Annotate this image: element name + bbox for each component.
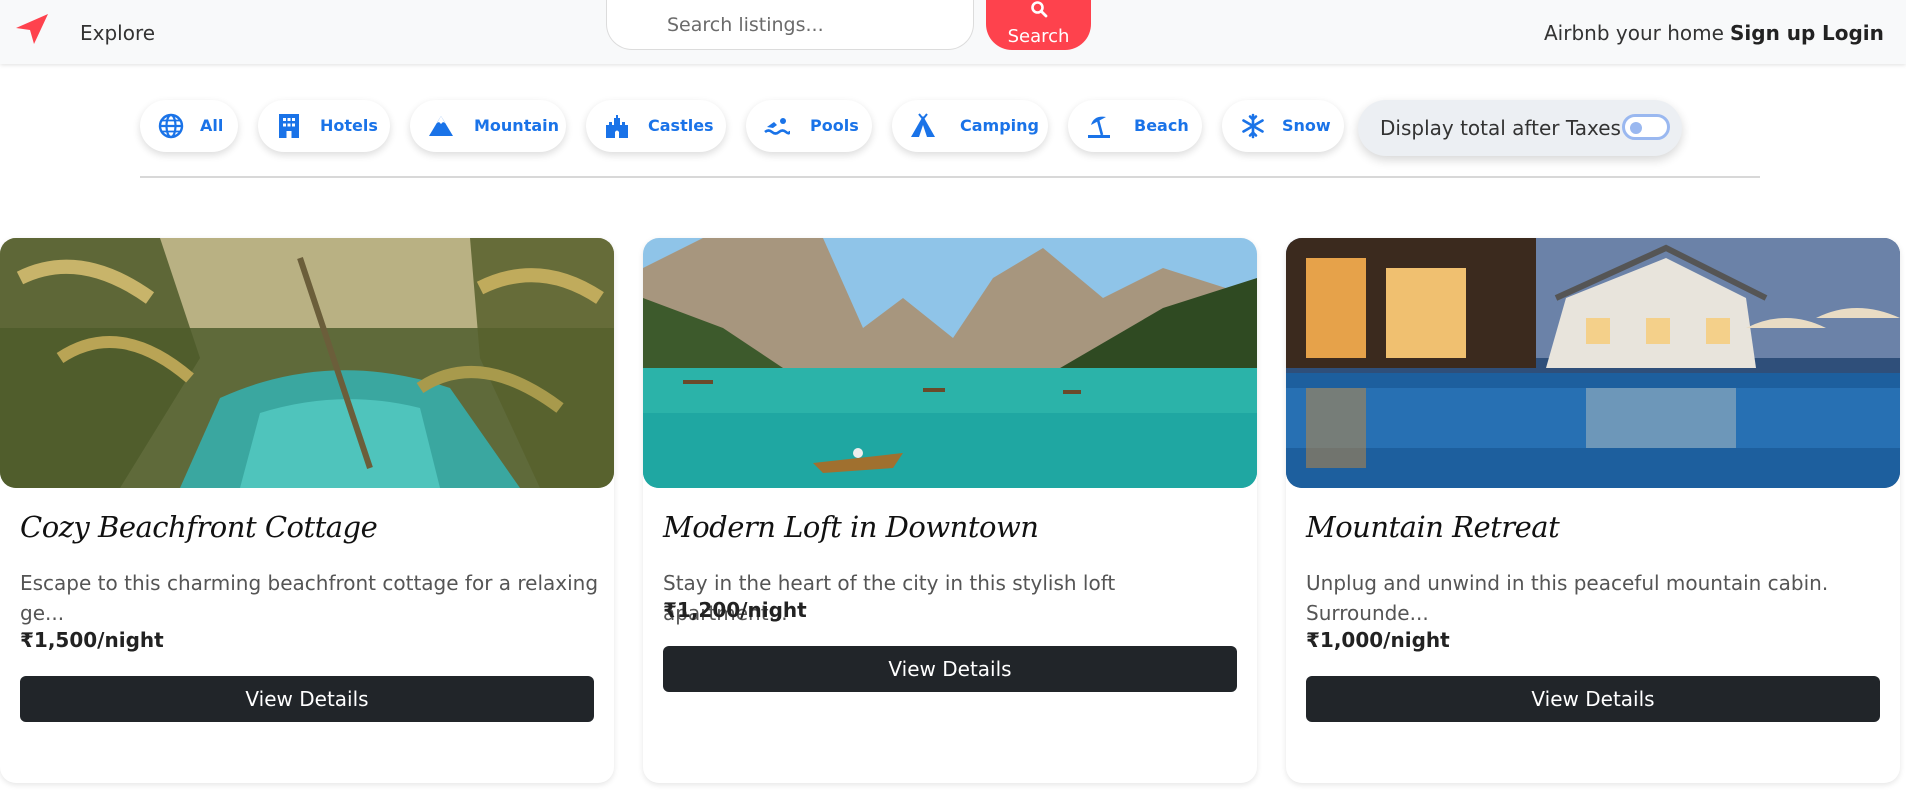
nav-explore-link[interactable]: Explore xyxy=(80,21,155,45)
mountain-icon xyxy=(429,116,453,136)
listing-image[interactable] xyxy=(0,238,614,488)
login-link[interactable]: Login xyxy=(1822,21,1884,45)
toggle-knob xyxy=(1630,122,1642,134)
view-details-button[interactable]: View Details xyxy=(20,676,594,722)
listing-price: ₹1,200/night xyxy=(663,598,807,622)
listing-price: ₹1,000/night xyxy=(1306,628,1450,652)
filter-label: Hotels xyxy=(320,116,378,135)
tent-icon xyxy=(911,113,935,137)
listing-card[interactable]: Modern Loft in Downtown Stay in the hear… xyxy=(643,238,1257,783)
castle-icon xyxy=(606,115,628,138)
filter-label: Castles xyxy=(648,116,714,135)
listing-image[interactable] xyxy=(1286,238,1900,488)
listing-title: Modern Loft in Downtown xyxy=(663,510,1039,544)
listing-title: Cozy Beachfront Cottage xyxy=(20,510,378,544)
filter-all[interactable]: All xyxy=(140,100,238,152)
filter-label: All xyxy=(200,116,224,135)
filter-label: Pools xyxy=(810,116,859,135)
navbar: Explore Search Airbnb your home Sign up … xyxy=(0,0,1906,64)
listing-card[interactable]: Mountain Retreat Unplug and unwind in th… xyxy=(1286,238,1900,783)
view-details-button[interactable]: View Details xyxy=(1306,676,1880,722)
filter-hotels[interactable]: Hotels xyxy=(258,100,390,152)
umbrella-beach-icon xyxy=(1088,116,1110,138)
signup-link[interactable]: Sign up xyxy=(1730,21,1815,45)
compass-arrow-icon[interactable] xyxy=(14,12,50,46)
filter-beach[interactable]: Beach xyxy=(1068,100,1202,152)
filter-mountain[interactable]: Mountain xyxy=(410,100,566,152)
view-details-button[interactable]: View Details xyxy=(663,646,1237,692)
tax-toggle-container: Display total after Taxes xyxy=(1358,100,1682,156)
filter-camping[interactable]: Camping xyxy=(892,100,1048,152)
airbnb-your-home-link[interactable]: Airbnb your home xyxy=(1544,21,1724,45)
filter-label: Mountain xyxy=(474,116,560,135)
tax-toggle-switch[interactable] xyxy=(1622,114,1670,140)
search-button-label: Search xyxy=(1007,26,1070,47)
tax-toggle-label: Display total after Taxes xyxy=(1380,116,1621,140)
filters-divider xyxy=(140,176,1760,178)
listing-photo xyxy=(0,238,614,488)
listing-price: ₹1,500/night xyxy=(20,628,164,652)
search-button[interactable]: Search xyxy=(986,0,1091,50)
snowflake-icon xyxy=(1242,113,1264,139)
filter-snow[interactable]: Snow xyxy=(1222,100,1344,152)
listing-title: Mountain Retreat xyxy=(1306,510,1560,544)
listing-card[interactable]: Cozy Beachfront Cottage Escape to this c… xyxy=(0,238,614,783)
hotel-icon xyxy=(279,114,299,138)
globe-icon xyxy=(158,113,184,139)
filter-label: Camping xyxy=(960,116,1039,135)
filter-label: Snow xyxy=(1282,116,1331,135)
listing-image[interactable] xyxy=(643,238,1257,488)
listing-description: Unplug and unwind in this peaceful mount… xyxy=(1306,571,1829,625)
listing-description: Escape to this charming beachfront cotta… xyxy=(20,571,599,625)
swimmer-icon xyxy=(764,118,790,135)
filter-label: Beach xyxy=(1134,116,1189,135)
search-input[interactable] xyxy=(606,0,974,50)
listing-photo xyxy=(1286,238,1900,488)
filter-castles[interactable]: Castles xyxy=(586,100,726,152)
listing-photo xyxy=(643,238,1257,488)
filter-pools[interactable]: Pools xyxy=(746,100,872,152)
search-icon xyxy=(1031,1,1048,18)
